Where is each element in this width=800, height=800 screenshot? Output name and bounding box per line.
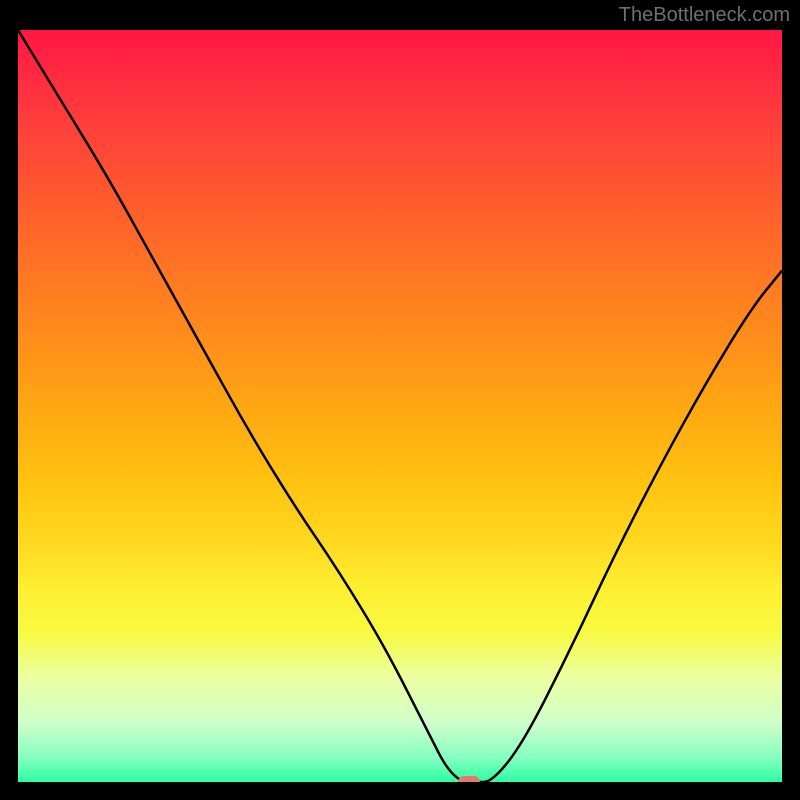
chart-container: TheBottleneck.com (0, 0, 800, 800)
plot-area (18, 30, 782, 782)
bottleneck-curve-line (18, 30, 782, 782)
curve-svg (18, 30, 782, 782)
watermark-text: TheBottleneck.com (619, 4, 790, 27)
optimal-point-marker (458, 776, 480, 782)
